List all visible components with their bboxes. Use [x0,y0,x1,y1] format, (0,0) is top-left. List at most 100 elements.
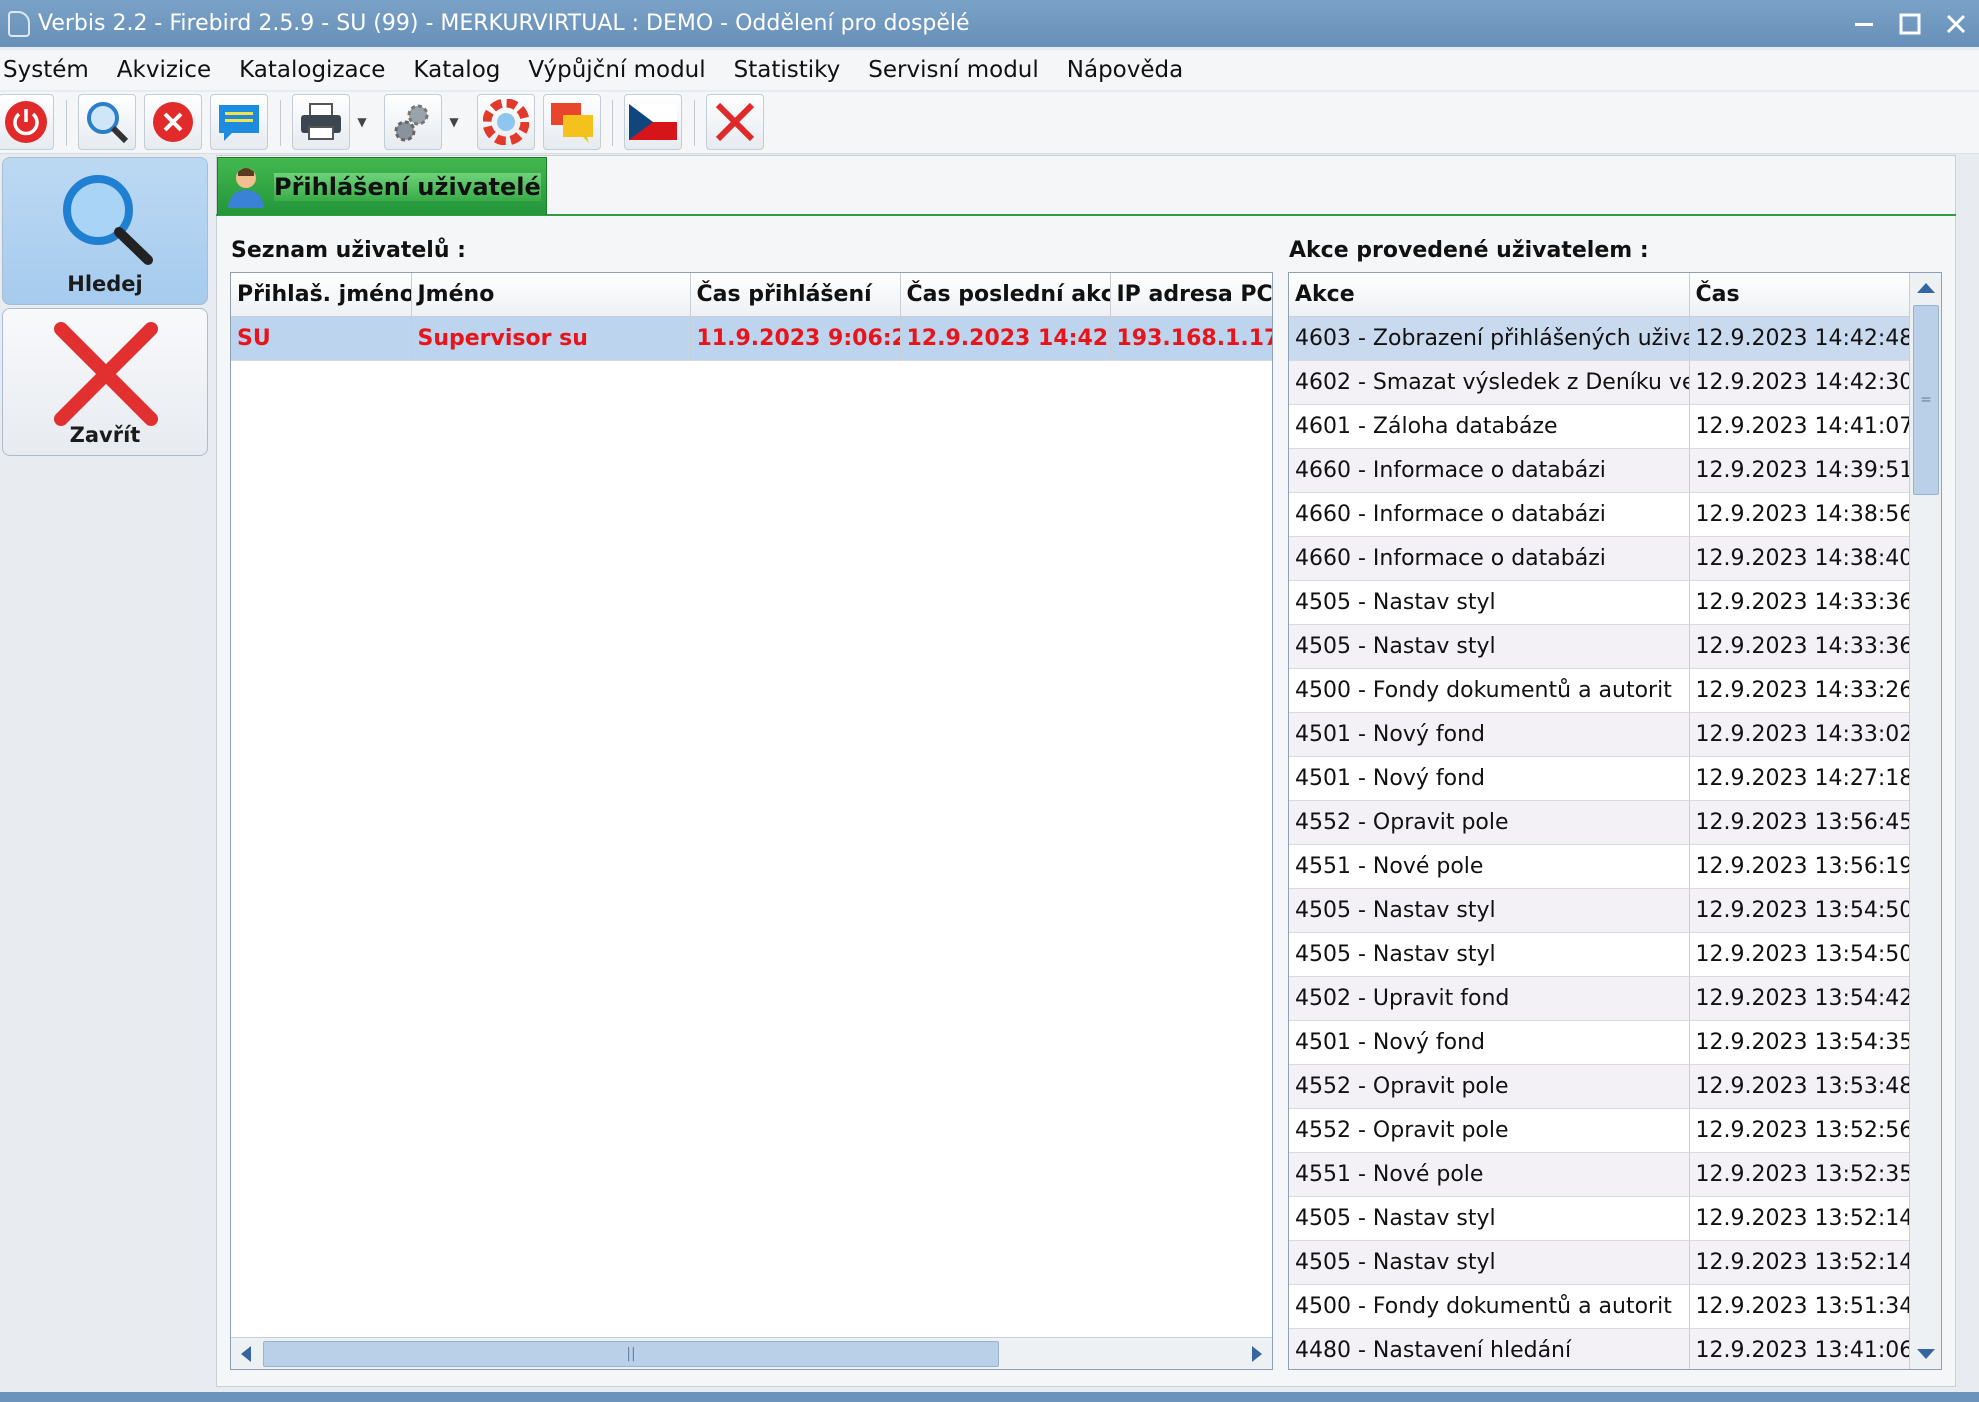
column-header[interactable]: Čas [1689,273,1910,317]
settings-dropdown[interactable]: ▼ [444,94,464,150]
table-cell: 4552 - Opravit pole [1289,800,1690,845]
power-button[interactable] [0,94,54,150]
table-row[interactable]: 4505 - Nastav styl 12.9.2023 14:33:36 [1289,624,1910,669]
power-icon [5,101,47,143]
close-window-button[interactable] [1933,4,1979,44]
chat-button[interactable] [543,94,601,150]
table-cell: 4480 - Nastavení hledání [1289,1328,1690,1369]
table-cell: 12.9.2023 13:54:42 [1689,976,1910,1021]
scroll-thumb[interactable]: || [263,1341,999,1367]
scroll-up-button[interactable] [1914,277,1938,299]
table-row[interactable]: 4500 - Fondy dokumentů a autorit 12.9.202… [1289,1284,1910,1329]
search-icon [63,175,153,265]
users-table-container: Přihlaš. jméno Jméno Čas přihlášení Čas pos… [230,272,1273,1370]
table-row[interactable]: 4505 - Nastav styl 12.9.2023 13:54:50 [1289,932,1910,977]
table-row[interactable]: 4500 - Fondy dokumentů a autorit 12.9.202… [1289,668,1910,713]
column-header[interactable]: Čas přihlášení [690,273,901,317]
table-cell: 12.9.2023 13:54:50 [1689,888,1910,933]
close-icon [1946,14,1966,33]
table-cell: Supervisor su [411,316,691,361]
language-button[interactable] [624,94,682,150]
scroll-down-button[interactable] [1914,1343,1938,1365]
table-row[interactable]: 4501 - Nový fond 12.9.2023 14:27:18 [1289,756,1910,801]
tab-logged-users[interactable]: Přihlášení uživatelé [217,157,547,215]
close-module-button[interactable] [706,94,764,150]
chevron-down-icon: ▼ [357,115,367,129]
printer-icon [301,103,341,140]
close-icon [54,322,158,426]
table-row[interactable]: 4660 - Informace o databázi 12.9.2023 14:… [1289,536,1910,581]
table-row[interactable]: 4505 - Nastav styl 12.9.2023 13:52:14 [1289,1240,1910,1285]
menu-item[interactable]: Katalog [410,57,513,83]
table-row[interactable]: 4552 - Opravit pole 12.9.2023 13:56:45 [1289,800,1910,845]
table-row[interactable]: 4501 - Nový fond 12.9.2023 14:33:02 [1289,712,1910,757]
table-row[interactable]: 4601 - Záloha databáze 12.9.2023 14:41:07 [1289,404,1910,449]
table-row[interactable]: 4501 - Nový fond 12.9.2023 13:54:35 [1289,1020,1910,1065]
maximize-button[interactable] [1887,4,1933,44]
print-button[interactable] [292,94,350,150]
message-button[interactable] [210,94,268,150]
table-cell: 12.9.2023 14:42:48 [1689,316,1910,361]
column-header[interactable]: Akce [1289,273,1690,317]
menu-item[interactable]: Statistiky [731,57,854,83]
table-cell: 12.9.2023 13:56:45 [1689,800,1910,845]
settings-button[interactable] [384,94,442,150]
maximize-icon [1899,13,1921,34]
cancel-button[interactable] [144,94,202,150]
minimize-button[interactable] [1841,4,1887,44]
table-row[interactable]: 4505 - Nastav styl 12.9.2023 13:52:14 [1289,1196,1910,1241]
menu-item[interactable]: Katalogizace [236,57,398,83]
menu-item[interactable]: Akvizice [114,57,224,83]
table-cell: 4551 - Nové pole [1289,1152,1690,1197]
title-bar[interactable]: Verbis 2.2 - Firebird 2.5.9 - SU (99) - … [0,0,1979,47]
table-row[interactable]: 4552 - Opravit pole 12.9.2023 13:53:48 [1289,1064,1910,1109]
print-dropdown[interactable]: ▼ [352,94,372,150]
scroll-right-button[interactable] [1246,1342,1268,1366]
menu-item[interactable]: Systém [0,57,102,83]
table-row[interactable]: 4603 - Zobrazení přihlášených uživatelů1… [1289,316,1910,361]
scroll-thumb[interactable]: = [1913,305,1939,495]
table-row[interactable]: 4660 - Informace o databázi 12.9.2023 14:… [1289,492,1910,537]
menu-item[interactable]: Nápověda [1064,57,1196,83]
table-cell: 12.9.2023 14:42:4 [900,316,1111,361]
status-bar [0,1392,1979,1402]
table-cell: 12.9.2023 14:33:36 [1689,624,1910,669]
table-cell: 12.9.2023 14:33:26 [1689,668,1910,713]
table-cell: 4660 - Informace o databázi [1289,492,1690,537]
table-cell: 4505 - Nastav styl [1289,1196,1690,1241]
search-button[interactable] [78,94,136,150]
table-row[interactable]: 4551 - Nové pole 12.9.2023 13:52:35 [1289,1152,1910,1197]
table-row[interactable]: 4552 - Opravit pole 12.9.2023 13:52:56 [1289,1108,1910,1153]
search-side-button[interactable]: Hledej [2,157,208,305]
actions-table-container: Akce Čas 4603 - Zobrazení přihlášených už… [1288,272,1942,1370]
column-header[interactable]: Jméno [411,273,691,317]
table-cell: 193.168.1.171 [1110,316,1272,361]
table-row[interactable]: 4505 - Nastav styl 12.9.2023 13:54:50 [1289,888,1910,933]
table-row[interactable]: 4602 - Smazat výsledek z Deníku veř. kn1… [1289,360,1910,405]
menu-item[interactable]: Servisní modul [865,57,1052,83]
table-row[interactable]: 4505 - Nastav styl 12.9.2023 14:33:36 [1289,580,1910,625]
vertical-scrollbar[interactable]: = [1909,273,1941,1369]
table-row[interactable]: 4660 - Informace o databázi 12.9.2023 14:… [1289,448,1910,493]
menu-item[interactable]: Výpůjční modul [525,57,718,83]
table-cell: 12.9.2023 14:27:18 [1689,756,1910,801]
table-cell: 12.9.2023 14:38:40 [1689,536,1910,581]
help-button[interactable] [477,94,535,150]
table-row[interactable]: 4551 - Nové pole 12.9.2023 13:56:19 [1289,844,1910,889]
table-row[interactable]: 4502 - Upravit fond 12.9.2023 13:54:42 [1289,976,1910,1021]
column-header[interactable]: IP adresa PC [1110,273,1272,317]
table-cell: 11.9.2023 9:06:26 [690,316,901,361]
table-row[interactable]: 4480 - Nastavení hledání 12.9.2023 13:41:… [1289,1328,1910,1369]
close-side-button[interactable]: Zavřít [2,308,208,456]
table-cell: 12.9.2023 13:51:34 [1689,1284,1910,1329]
column-header[interactable]: Čas poslední akce [900,273,1111,317]
table-row[interactable]: SU Supervisor su 11.9.2023 9:06:26 12.9.202… [231,316,1272,361]
users-header-row: Přihlaš. jméno Jméno Čas přihlášení Čas pos… [231,273,1272,317]
table-cell: 4601 - Záloha databáze [1289,404,1690,449]
scroll-left-button[interactable] [235,1342,257,1366]
column-header[interactable]: Přihlaš. jméno [231,273,412,317]
left-panel: Hledej Zavřít [0,155,210,1395]
table-cell: 4505 - Nastav styl [1289,888,1690,933]
user-icon [228,167,264,208]
horizontal-scrollbar[interactable]: || [231,1337,1272,1369]
